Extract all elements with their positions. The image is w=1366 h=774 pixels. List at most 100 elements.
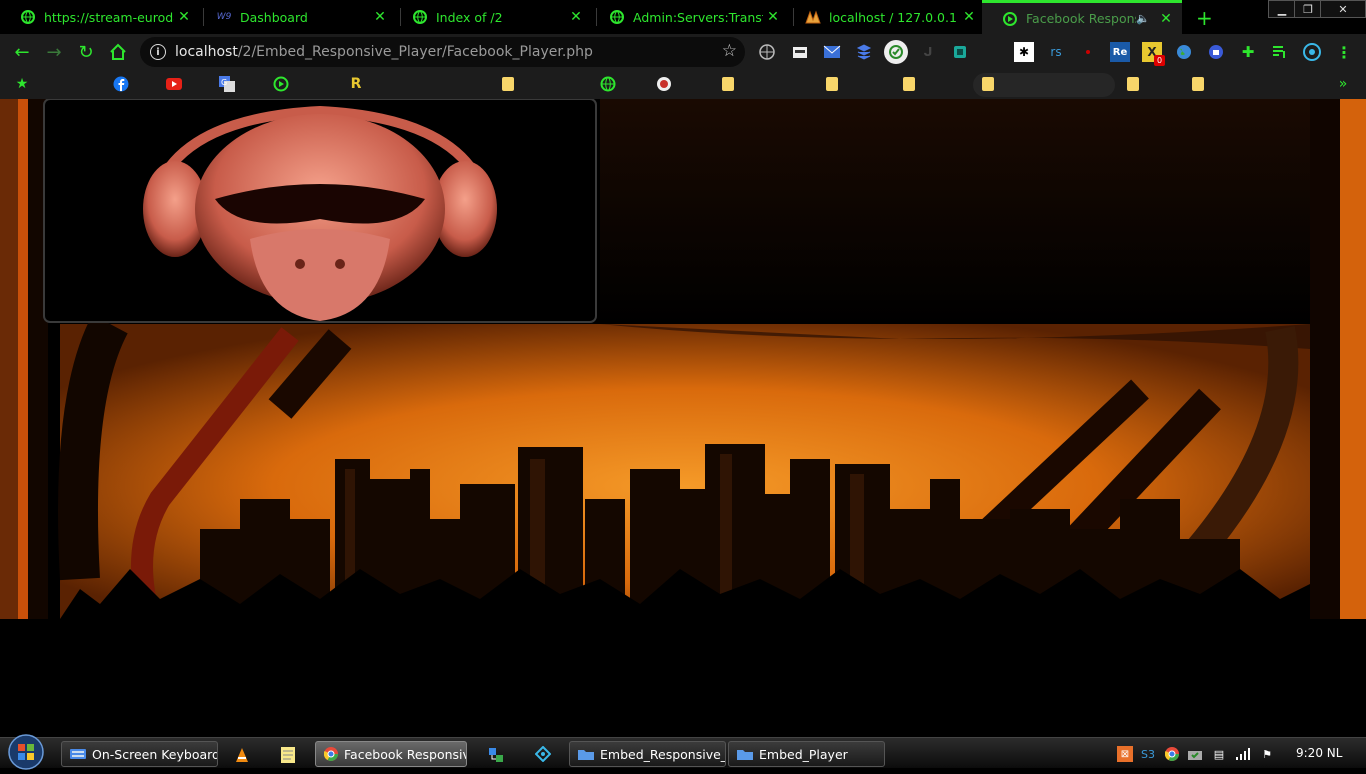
page-content [0,99,1366,737]
buffer-ext-icon[interactable] [854,42,874,62]
info-icon[interactable]: i [150,44,166,60]
r-logo-icon[interactable]: R [348,76,364,92]
minimize-button[interactable]: ▁ [1268,0,1296,18]
kodi-icon[interactable] [534,745,552,766]
globe-icon [609,9,625,25]
tab-facebook-responsive[interactable]: Facebook Responsiv 🔈 ✕ [982,0,1182,34]
chrome-icon [324,747,338,761]
globe-icon [20,9,36,25]
bookmark-star-icon[interactable]: ☆ [722,41,737,61]
reload-icon[interactable]: ↻ [74,40,98,64]
notepad-icon[interactable] [281,747,295,767]
asterisk-ext-icon[interactable]: ✱ [1014,42,1034,62]
tab-phpmyadmin[interactable]: localhost / 127.0.0.1 / ad ✕ [785,0,985,34]
menu-icon[interactable]: ⋮ [1334,42,1354,62]
mail-ext-icon[interactable] [822,42,842,62]
phpmyadmin-icon [805,9,821,25]
folder-icon[interactable] [901,76,917,92]
back-arrow-icon[interactable]: ← [10,40,34,64]
tab-index[interactable]: Index of /2 ✕ [392,0,592,34]
url-text: localhost/2/Embed_Responsive_Player/Face… [175,44,593,60]
s3-tray-icon[interactable]: S3 [1140,746,1156,762]
taskbar-embed-responsive[interactable]: Embed_Responsive_... [569,741,726,767]
folder-icon [737,747,753,761]
svg-text:G: G [221,78,227,87]
globe-ext-icon[interactable] [757,42,777,62]
taskbar-label: Embed_Responsive_... [600,746,726,762]
puzzle-ext-icon[interactable]: ✚ [1238,42,1258,62]
tab-title: Facebook Responsiv [1026,11,1136,26]
tab-dashboard[interactable]: W9 Dashboard ✕ [196,0,396,34]
red-globe-icon[interactable] [656,76,672,92]
close-icon[interactable]: ✕ [763,9,783,25]
grammar-ext-icon[interactable] [950,42,970,62]
facebook-icon[interactable] [113,76,129,92]
folder-icon [578,747,594,761]
flag-tray-icon[interactable]: ⚑ [1259,746,1275,762]
tab-admin[interactable]: Admin:Servers:Transfer C ✕ [589,0,789,34]
close-icon[interactable]: ✕ [566,9,586,25]
vpn-ext-icon[interactable] [1206,42,1226,62]
sync-tray-icon[interactable] [1187,746,1203,762]
tab-title: Dashboard [240,9,308,25]
bookmarks-bar: ★ G R » [0,70,1366,99]
folder-icon[interactable] [1125,76,1141,92]
play-bookmark-icon[interactable] [273,76,289,92]
xampp-tray-icon[interactable]: ⊠ [1117,746,1133,762]
forward-arrow-icon[interactable]: → [42,40,66,64]
star-bookmark-icon[interactable]: ★ [14,76,30,92]
browser-toolbar: ← → ↻ i localhost/2/Embed_Responsive_Pla… [0,34,1366,70]
home-icon[interactable] [106,40,130,64]
close-icon[interactable]: ✕ [959,9,979,25]
signal-tray-icon[interactable] [1235,746,1251,762]
clock[interactable]: 9:20 NL [1296,746,1342,760]
speaker-icon[interactable]: 🔈 [1136,12,1150,25]
player-artwork [0,99,1366,737]
tab-stream[interactable]: https://stream-eurodanc ✕ [0,0,200,34]
folder-icon[interactable] [980,76,996,92]
translate-icon[interactable]: G [219,76,235,92]
windows-taskbar: On-Screen Keyboard Facebook Responsiv...… [0,734,1366,770]
new-tab-button[interactable]: + [1196,6,1213,30]
taskbar-label: On-Screen Keyboard [92,746,218,762]
chrome-tray-icon[interactable] [1164,746,1180,762]
folder-icon[interactable] [824,76,840,92]
re-ext-icon[interactable]: Re [1110,42,1130,62]
tab-title: https://stream-eurodanc [44,9,174,25]
w9-icon: W9 [216,12,232,22]
tab-title: localhost / 127.0.0.1 / ad [829,9,959,25]
globe-icon [412,9,428,25]
tab-title: Index of /2 [436,9,503,25]
close-window-button[interactable]: ✕ [1320,0,1366,18]
taskbar-facebook-responsive[interactable]: Facebook Responsiv... [315,741,467,767]
taskbar-embed-player[interactable]: Embed_Player [728,741,885,767]
keyboard-icon [70,747,86,761]
folder-icon[interactable] [1190,76,1206,92]
start-button[interactable] [6,734,46,770]
youtube-icon[interactable] [166,76,182,92]
globe-bookmark-icon[interactable] [600,76,616,92]
network-app-icon[interactable] [488,747,504,767]
pen-ext-icon[interactable]: ᒍ [918,42,938,62]
rs-ext-icon[interactable]: rs [1046,42,1066,62]
circle-ext-icon[interactable] [1302,42,1322,62]
close-icon[interactable]: ✕ [1156,11,1176,27]
taskbar-on-screen-keyboard[interactable]: On-Screen Keyboard [61,741,218,767]
close-icon[interactable]: ✕ [174,9,194,25]
check-ext-icon[interactable] [884,40,908,64]
close-icon[interactable]: ✕ [370,9,390,25]
red-dot-ext-icon[interactable] [1078,42,1098,62]
device-tray-icon[interactable]: ▤ [1211,746,1227,762]
address-bar[interactable]: i localhost/2/Embed_Responsive_Player/Fa… [140,37,745,67]
tab-title: Admin:Servers:Transfer C [633,9,763,25]
profile-ext-icon[interactable] [790,42,810,62]
restore-button[interactable]: ❐ [1294,0,1322,18]
folder-icon[interactable] [720,76,736,92]
earth-ext-icon[interactable] [1174,42,1194,62]
tab-strip: https://stream-eurodanc ✕ W9 Dashboard ✕… [0,0,1366,34]
playlist-ext-icon[interactable] [1270,42,1290,62]
folder-icon[interactable] [500,76,516,92]
vlc-icon[interactable] [234,747,250,767]
more-bookmarks-icon[interactable]: » [1335,76,1351,92]
notification-badge: 0 [1154,55,1165,66]
